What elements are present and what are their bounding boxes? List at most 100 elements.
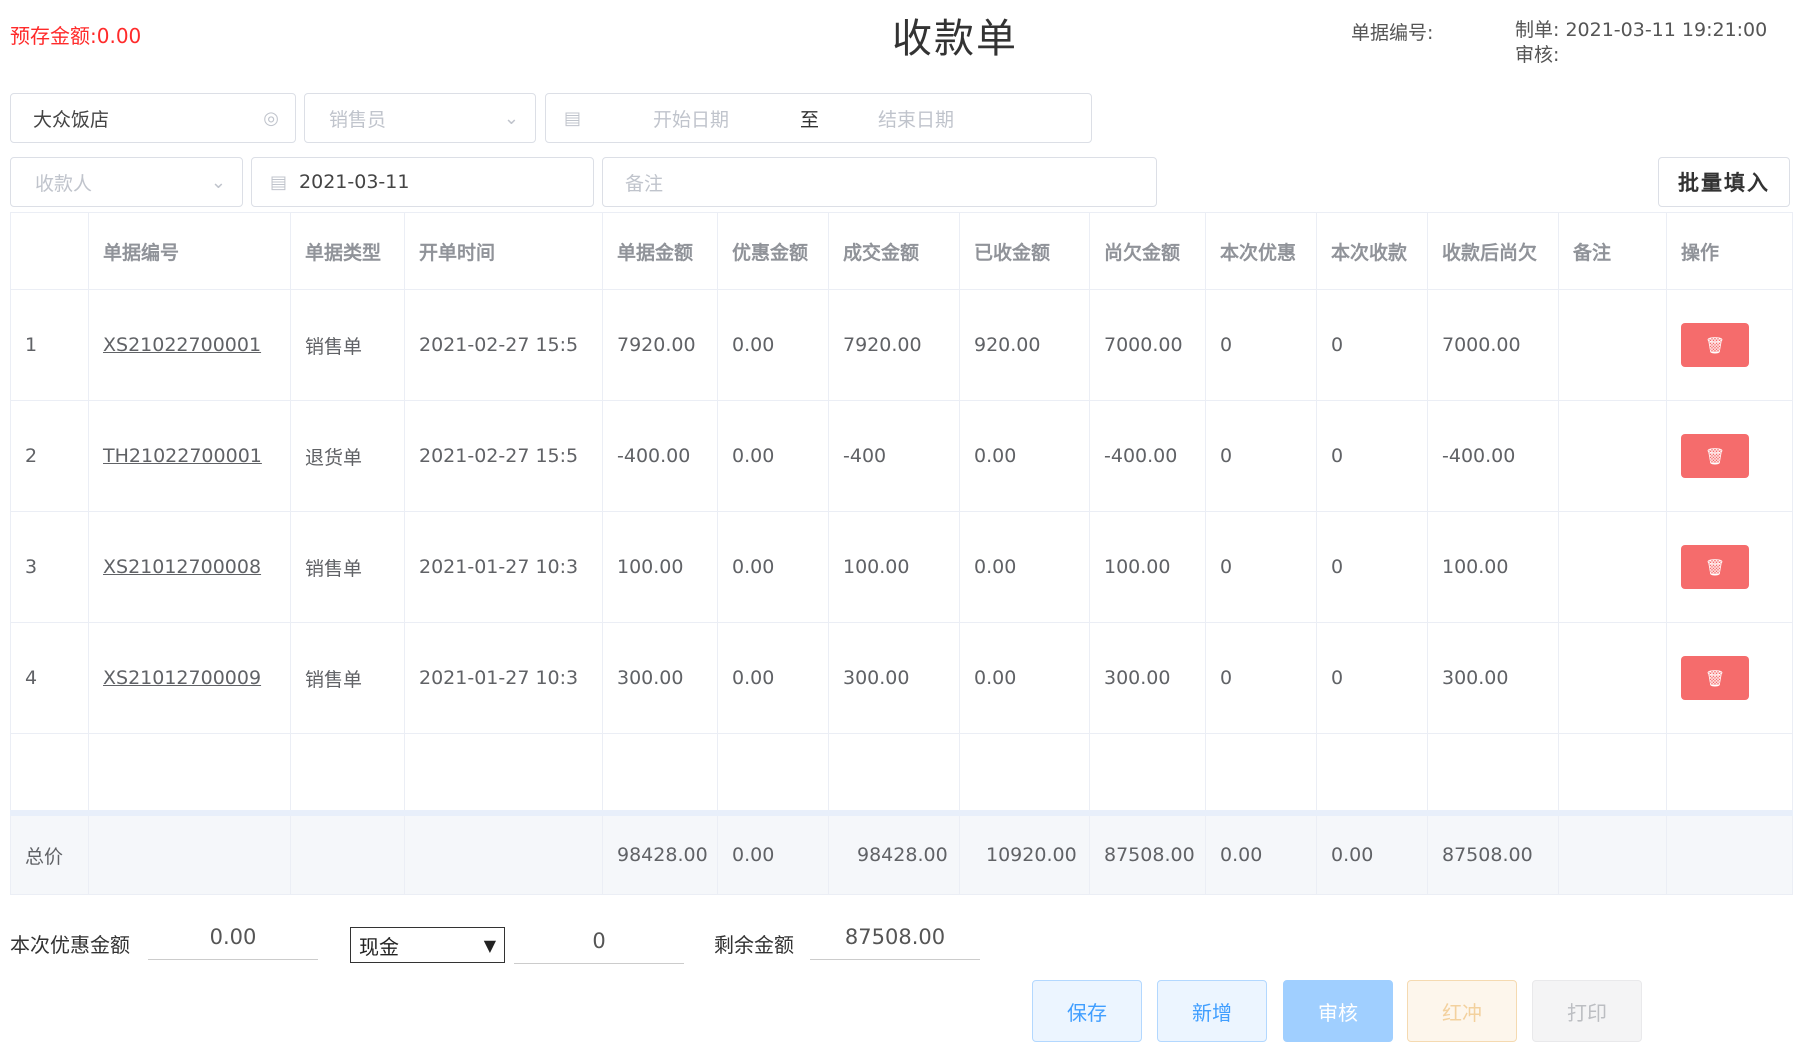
open-time: 2021-01-27 10:3 xyxy=(404,622,603,734)
total-deal: 98428.00 xyxy=(828,810,960,895)
column-header: 单据编号 xyxy=(88,212,291,290)
bill-number-link[interactable]: XS21012700008 xyxy=(88,511,291,623)
table-row: 3 XS21012700008 销售单 2021-01-27 10:3 100.… xyxy=(10,511,1793,623)
row-actions: 🗑 xyxy=(1666,289,1793,401)
owed-after-receive: 7000.00 xyxy=(1427,289,1559,401)
current-receive[interactable]: 0 xyxy=(1316,622,1428,734)
current-receive[interactable]: 0 xyxy=(1316,400,1428,512)
deal-amount: 300.00 xyxy=(828,622,960,734)
received-amount: 0.00 xyxy=(959,511,1090,623)
calendar-icon: ▤ xyxy=(270,171,288,193)
start-date-placeholder[interactable]: 开始日期 xyxy=(653,105,729,132)
check-circle-icon: ◎ xyxy=(263,107,279,129)
column-header: 本次优惠 xyxy=(1205,212,1317,290)
bill-number-text[interactable]: XS21022700001 xyxy=(103,334,261,356)
column-header: 已收金额 xyxy=(959,212,1090,290)
row-actions: 🗑 xyxy=(1666,511,1793,623)
audit-button[interactable]: 审核 xyxy=(1283,980,1393,1042)
bill-amount: -400.00 xyxy=(602,400,718,512)
received-amount: 920.00 xyxy=(959,289,1090,401)
table-row: 1 XS21022700001 销售单 2021-02-27 15:5 7920… xyxy=(10,289,1793,401)
column-header: 操作 xyxy=(1666,212,1793,290)
current-receive[interactable]: 0 xyxy=(1316,289,1428,401)
owed-amount: 7000.00 xyxy=(1089,289,1206,401)
deal-amount: -400 xyxy=(828,400,960,512)
remark-placeholder: 备注 xyxy=(625,172,664,195)
column-header: 单据类型 xyxy=(290,212,405,290)
print-button[interactable]: 打印 xyxy=(1532,980,1642,1042)
end-date-placeholder[interactable]: 结束日期 xyxy=(878,105,954,132)
payment-method-select[interactable]: 现金 ▼ xyxy=(350,927,505,963)
delete-row-button[interactable]: 🗑 xyxy=(1681,545,1749,589)
owed-after-receive: -400.00 xyxy=(1427,400,1559,512)
batch-fill-button[interactable]: 批量填入 xyxy=(1658,157,1790,207)
owed-after-receive: 300.00 xyxy=(1427,622,1559,734)
remark-input[interactable]: 备注 xyxy=(602,157,1157,207)
open-time: 2021-02-27 15:5 xyxy=(404,400,603,512)
salesman-select[interactable]: 销售员 ⌄ xyxy=(304,93,536,143)
bill-type: 销售单 xyxy=(290,622,405,734)
bill-number-text[interactable]: TH21022700001 xyxy=(103,445,262,467)
bill-number-text[interactable]: XS21012700008 xyxy=(103,556,261,578)
discount-input[interactable]: 0.00 xyxy=(148,925,318,960)
chevron-down-icon: ⌄ xyxy=(503,107,519,129)
bill-number-text[interactable]: XS21012700009 xyxy=(103,667,261,689)
creator-info: 制单: 2021-03-11 19:21:00 xyxy=(1515,19,1768,41)
delete-row-button[interactable]: 🗑 xyxy=(1681,323,1749,367)
row-remark[interactable] xyxy=(1558,511,1667,623)
remaining-label: 剩余金额 xyxy=(714,933,794,957)
bill-amount: 300.00 xyxy=(602,622,718,734)
pay-date-value: 2021-03-11 xyxy=(299,171,410,193)
row-actions: 🗑 xyxy=(1666,622,1793,734)
discount-amount: 0.00 xyxy=(717,289,829,401)
row-remark[interactable] xyxy=(1558,289,1667,401)
calendar-icon: ▤ xyxy=(564,107,582,129)
bill-meta: 制单: 2021-03-11 19:21:00 审核: xyxy=(1515,18,1767,68)
bill-number-link[interactable]: XS21012700009 xyxy=(88,622,291,734)
chevron-down-icon: ▼ xyxy=(483,935,496,955)
total-bill-amount: 98428.00 xyxy=(602,810,718,895)
discount-amount: 0.00 xyxy=(717,400,829,512)
discount-label: 本次优惠金额 xyxy=(10,933,130,957)
receipt-table: 单据编号 单据类型 开单时间 单据金额 优惠金额 成交金额 已收金额 尚欠金额 … xyxy=(10,212,1793,895)
current-discount[interactable]: 0 xyxy=(1205,289,1317,401)
row-index: 1 xyxy=(10,289,89,401)
date-range-picker[interactable]: ▤ 开始日期 至 结束日期 xyxy=(545,93,1092,143)
column-header: 本次收款 xyxy=(1316,212,1428,290)
discount-amount: 0.00 xyxy=(717,622,829,734)
bill-number-link[interactable]: TH21022700001 xyxy=(88,400,291,512)
received-amount: 0.00 xyxy=(959,400,1090,512)
delete-row-button[interactable]: 🗑 xyxy=(1681,656,1749,700)
row-index: 4 xyxy=(10,622,89,734)
current-discount[interactable]: 0 xyxy=(1205,511,1317,623)
delete-row-button[interactable]: 🗑 xyxy=(1681,434,1749,478)
customer-select[interactable]: 大众饭店 ◎ xyxy=(10,93,296,143)
totals-row: 总价 98428.00 0.00 98428.00 10920.00 87508… xyxy=(10,810,1793,895)
payment-amount-input[interactable]: 0 xyxy=(514,929,684,964)
row-remark[interactable] xyxy=(1558,400,1667,512)
row-actions: 🗑 xyxy=(1666,400,1793,512)
date-range-separator: 至 xyxy=(800,108,820,131)
bill-type: 退货单 xyxy=(290,400,405,512)
trash-icon: 🗑 xyxy=(1704,335,1726,355)
total-owed: 87508.00 xyxy=(1089,810,1206,895)
bill-number-link[interactable]: XS21022700001 xyxy=(88,289,291,401)
save-button[interactable]: 保存 xyxy=(1032,980,1142,1042)
current-discount[interactable]: 0 xyxy=(1205,400,1317,512)
salesman-placeholder: 销售员 xyxy=(329,108,387,131)
customer-value: 大众饭店 xyxy=(33,108,110,131)
column-header: 单据金额 xyxy=(602,212,718,290)
current-receive[interactable]: 0 xyxy=(1316,511,1428,623)
red-flush-button[interactable]: 红冲 xyxy=(1407,980,1517,1042)
new-button[interactable]: 新增 xyxy=(1157,980,1267,1042)
deal-amount: 100.00 xyxy=(828,511,960,623)
column-header: 收款后尚欠 xyxy=(1427,212,1559,290)
row-remark[interactable] xyxy=(1558,622,1667,734)
trash-icon: 🗑 xyxy=(1704,557,1726,577)
column-header xyxy=(10,212,89,290)
current-discount[interactable]: 0 xyxy=(1205,622,1317,734)
payee-select[interactable]: 收款人 ⌄ xyxy=(10,157,243,207)
column-header: 备注 xyxy=(1558,212,1667,290)
empty-row xyxy=(10,733,1793,814)
pay-date-picker[interactable]: ▤ 2021-03-11 xyxy=(251,157,594,207)
